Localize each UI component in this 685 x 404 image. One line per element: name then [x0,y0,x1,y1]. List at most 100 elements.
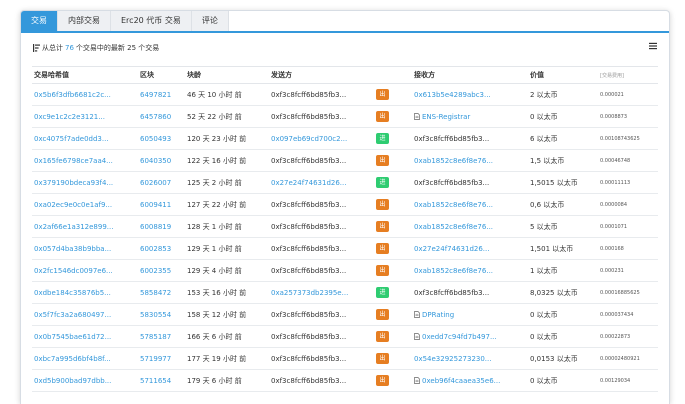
block-link[interactable]: 5711654 [138,369,185,392]
fee-cell: 0.00002480921 [598,347,658,370]
tx-hash-link[interactable]: 0xbc7a995d6bf4b8f... [32,347,138,370]
block-link[interactable]: 6009411 [138,193,185,216]
direction-cell: 出 [374,83,412,106]
from-address: 0xf3c8fcff6bd85fb3... [269,83,374,106]
outgoing-badge: 出 [376,89,389,100]
tx-hash-link[interactable]: 0x165fe6798ce7aa4... [32,149,138,172]
outgoing-badge: 出 [376,243,389,254]
fee-cell: 0.00046748 [598,149,658,172]
block-link[interactable]: 6040350 [138,149,185,172]
direction-cell: 出 [374,149,412,172]
to-address-text: 0xf3c8fcff6bd85fb3... [414,134,490,143]
to-address[interactable]: 0x54e32925273230... [412,347,528,370]
to-address-text[interactable]: 0xab1852c8e6f8e76... [414,223,493,231]
table-row: 0xdbe184c35876b5... 5858472 153 天 16 小时 前0… [32,281,658,304]
outgoing-badge: 出 [376,155,389,166]
tab-erc20-token-transactions[interactable]: Erc20 代币 交易 [111,11,192,31]
tx-hash-link[interactable]: 0xdbe184c35876b5... [32,281,138,304]
tx-hash-link[interactable]: 0x5f7fc3a2a680497... [32,303,138,326]
block-link[interactable]: 6457860 [138,105,185,128]
to-address-text[interactable]: 0xedd7c94fd7b497... [422,333,497,341]
to-address-text[interactable]: 0xab1852c8e6f8e76... [414,201,493,209]
block-link[interactable]: 6497821 [138,83,185,106]
age-cell: 166 天 6 小时 前 [185,325,269,348]
to-address[interactable]: 0xab1852c8e6f8e76... [412,149,528,172]
block-link[interactable]: 6002853 [138,237,185,260]
tx-hash-link[interactable]: 0x379190bdeca93f4... [32,171,138,194]
age-cell: 52 天 22 小时 前 [185,105,269,128]
block-link[interactable]: 6008819 [138,215,185,238]
to-address[interactable]: 0xab1852c8e6f8e76... [412,259,528,282]
header-direction [374,66,412,84]
header-tx-hash: 交易哈希值 [32,66,138,84]
block-link[interactable]: 6050493 [138,127,185,150]
from-address[interactable]: 0xa257373db2395e... [269,281,374,304]
from-address: 0xf3c8fcff6bd85fb3... [269,325,374,348]
table-row: 0x165fe6798ce7aa4... 6040350 122 天 16 小时 前… [32,149,658,172]
block-link[interactable]: 6026007 [138,171,185,194]
to-address[interactable]: 0xedd7c94fd7b497... [412,325,528,348]
transactions-summary: 从总计 76 个交易中的最新 25 个交易 [33,43,159,53]
from-address: 0xf3c8fcff6bd85fb3... [269,347,374,370]
direction-cell: 出 [374,325,412,348]
tx-hash-link[interactable]: 0xc9e1c2c2e3121... [32,105,138,128]
from-address: 0xf3c8fcff6bd85fb3... [269,105,374,128]
tx-hash-link[interactable]: 0x5b6f3dfb6681c2c... [32,83,138,106]
to-address-text[interactable]: 0xab1852c8e6f8e76... [414,267,493,275]
block-link[interactable]: 5719977 [138,347,185,370]
block-link[interactable]: 5830554 [138,303,185,326]
tx-hash-link[interactable]: 0x057d4ba38b9bba... [32,237,138,260]
outgoing-badge: 出 [376,375,389,386]
value-cell: 1 以太币 [528,259,598,282]
fee-cell: 0.00016885625 [598,281,658,304]
to-address[interactable]: 0x27e24f74631d26... [412,237,528,260]
direction-cell: 出 [374,259,412,282]
value-cell: 0 以太币 [528,369,598,392]
transactions-table: 交易哈希值 区块 块龄 发送方 接收方 价值 [交易费用] 0x5b6f3dfb… [32,66,658,392]
to-address-text[interactable]: 0x613b5e4289abc3... [414,91,491,99]
fee-cell: 0.00011113 [598,171,658,194]
from-address: 0xf3c8fcff6bd85fb3... [269,237,374,260]
value-cell: 0 以太币 [528,303,598,326]
from-address[interactable]: 0x27e24f74631d26... [269,171,374,194]
document-icon [414,112,420,120]
tx-hash-link[interactable]: 0xc4075f7ade0dd3... [32,127,138,150]
value-cell: 0,6 以太币 [528,193,598,216]
to-address-text[interactable]: 0x54e32925273230... [414,355,491,363]
to-address-text[interactable]: DPRating [422,311,454,319]
tx-hash-link[interactable]: 0x2af66e1a312e899... [32,215,138,238]
to-address[interactable]: DPRating [412,303,528,326]
to-address[interactable]: 0xeb96f4caaea35e6... [412,369,528,392]
age-cell: 127 天 22 小时 前 [185,193,269,216]
menu-icon[interactable] [649,42,657,50]
age-cell: 128 天 1 小时 前 [185,215,269,238]
to-address-text[interactable]: 0xeb96f4caaea35e6... [422,377,500,385]
to-address-text[interactable]: 0xab1852c8e6f8e76... [414,157,493,165]
to-address-text[interactable]: 0x27e24f74631d26... [414,245,489,253]
tx-hash-link[interactable]: 0xa02ec9e0c0e1af9... [32,193,138,216]
to-address[interactable]: 0x613b5e4289abc3... [412,83,528,106]
header-block: 区块 [138,66,185,84]
summary-total-count[interactable]: 76 [63,44,76,52]
tab-internal-transactions[interactable]: 内部交易 [58,11,111,31]
value-cell: 0,0153 以太币 [528,347,598,370]
tx-hash-link[interactable]: 0x0b7545bae61d72... [32,325,138,348]
table-row: 0x379190bdeca93f4... 6026007 125 天 2 小时 前0… [32,171,658,194]
tx-hash-link[interactable]: 0xd5b900bad97dbb... [32,369,138,392]
to-address-text[interactable]: ENS-Registrar [422,113,470,121]
block-link[interactable]: 5858472 [138,281,185,304]
to-address[interactable]: ENS-Registrar [412,105,528,128]
tab-transactions[interactable]: 交易 [21,11,58,31]
tab-comments[interactable]: 评论 [191,11,229,31]
block-link[interactable]: 6002355 [138,259,185,282]
to-address[interactable]: 0xab1852c8e6f8e76... [412,193,528,216]
age-cell: 153 天 16 小时 前 [185,281,269,304]
block-link[interactable]: 5785187 [138,325,185,348]
table-body: 0x5b6f3dfb6681c2c... 6497821 46 天 10 小时 前0… [32,83,658,392]
to-address[interactable]: 0xab1852c8e6f8e76... [412,215,528,238]
from-address: 0xf3c8fcff6bd85fb3... [269,303,374,326]
fee-cell: 0.000168 [598,237,658,260]
fee-cell: 0.000231 [598,259,658,282]
from-address[interactable]: 0x097eb69cd700c2... [269,127,374,150]
tx-hash-link[interactable]: 0x2fc1546dc0097e6... [32,259,138,282]
